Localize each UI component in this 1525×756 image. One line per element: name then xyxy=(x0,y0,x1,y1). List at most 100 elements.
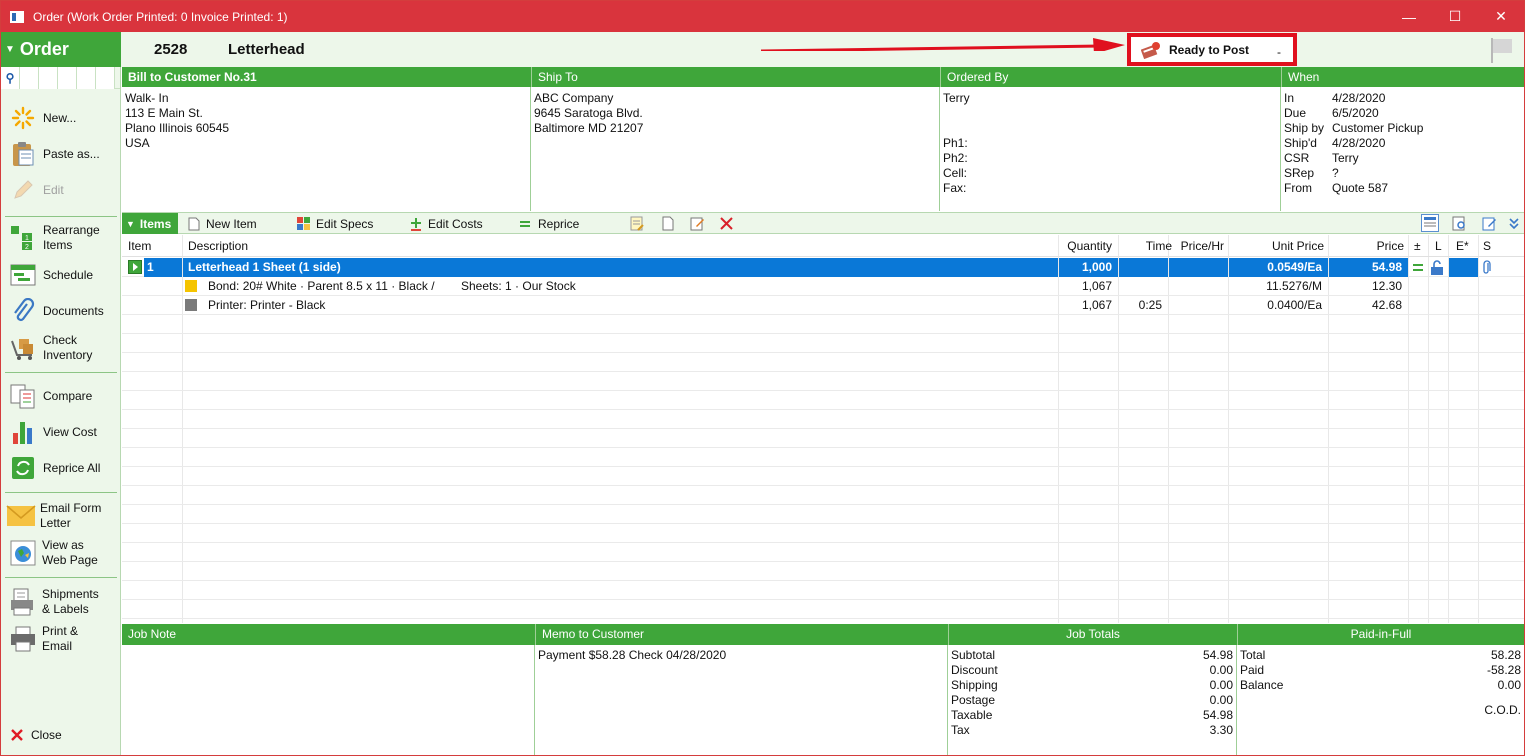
bill-to-line: USA xyxy=(125,136,150,150)
ship-to-panel[interactable]: ABC Company 9645 Saratoga Blvd. Baltimor… xyxy=(531,87,940,211)
printer-icon xyxy=(9,625,37,653)
edit-costs-button[interactable]: Edit Costs xyxy=(409,215,483,232)
paperclip-icon[interactable] xyxy=(1482,260,1492,275)
search-icon[interactable]: ⚲ xyxy=(1,67,20,89)
sidebar-view-cost-button[interactable]: View Cost xyxy=(1,418,119,446)
edit-document-icon[interactable] xyxy=(690,216,705,231)
sidebar-reprice-all-button[interactable]: Reprice All xyxy=(1,454,119,482)
fax-label: Fax: xyxy=(943,181,967,195)
delete-icon[interactable] xyxy=(719,216,734,231)
new-item-button[interactable]: New Item xyxy=(187,215,257,232)
edit-costs-label: Edit Costs xyxy=(428,216,483,231)
edit-pencil-icon[interactable] xyxy=(1482,216,1497,231)
flag-icon[interactable] xyxy=(1488,36,1514,64)
col-header-price[interactable]: Price xyxy=(1377,235,1404,257)
search-slot-5[interactable] xyxy=(96,67,115,89)
paid-panel[interactable]: Total 58.28 Paid -58.28 Balance 0.00 C.O.D. xyxy=(1237,645,1524,755)
clipboard-icon xyxy=(9,140,37,168)
col-header-description[interactable]: Description xyxy=(188,235,248,257)
preview-icon[interactable] xyxy=(1452,216,1467,231)
sidebar-shipments-button[interactable]: Shipments & Labels xyxy=(1,587,119,617)
sidebar-new-label: New... xyxy=(43,110,77,125)
search-slot-1[interactable] xyxy=(20,67,39,89)
paid-heading[interactable]: Paid-in-Full xyxy=(1237,624,1524,645)
sidebar-schedule-label: Schedule xyxy=(43,267,94,282)
sidebar-schedule-button[interactable]: Schedule xyxy=(1,261,119,289)
sidebar: ⚲ New... Paste as... Edit 1 2 Rearrange … xyxy=(1,67,121,755)
table-row[interactable]: Printer: Printer - Black 1,067 0:25 0.04… xyxy=(122,296,1524,315)
title-bar[interactable]: Order (Work Order Printed: 0 Invoice Pri… xyxy=(1,1,1524,32)
col-header-item[interactable]: Item xyxy=(128,235,151,257)
triangle-down-icon: ▼ xyxy=(126,218,135,229)
items-grid: Item Description Quantity Time Price/Hr … xyxy=(122,235,1524,623)
minimize-button[interactable]: — xyxy=(1386,1,1432,32)
search-slot-3[interactable] xyxy=(58,67,77,89)
memo-heading[interactable]: Memo to Customer xyxy=(535,624,948,645)
col-header-unit-price[interactable]: Unit Price xyxy=(1272,235,1324,257)
copy-document-icon[interactable] xyxy=(660,216,675,231)
cell-price: 42.68 xyxy=(1371,298,1402,312)
empty-row xyxy=(122,600,1524,619)
ordered-by-name: Terry xyxy=(943,91,970,105)
close-window-button[interactable]: ✕ xyxy=(1478,1,1524,32)
total-row-tax: Tax 3.30 xyxy=(948,723,1236,738)
sidebar-edit-button[interactable]: Edit xyxy=(1,176,119,204)
col-header-quantity[interactable]: Quantity xyxy=(1067,235,1112,257)
unlocked-padlock-icon[interactable] xyxy=(1430,260,1444,275)
col-header-plus-minus[interactable]: ± xyxy=(1414,235,1421,257)
col-header-estimate[interactable]: E* xyxy=(1456,235,1469,257)
equals-icon[interactable] xyxy=(1412,263,1424,273)
note-icon[interactable] xyxy=(629,216,644,231)
when-panel[interactable]: In 4/28/2020 Due 6/5/2020 Ship by Customer … xyxy=(1281,87,1524,211)
search-slot-4[interactable] xyxy=(77,67,96,89)
status-dropdown[interactable]: Ready to Post - xyxy=(1127,33,1297,66)
col-header-lock[interactable]: L xyxy=(1435,235,1442,257)
rearrange-icon: 12 xyxy=(9,224,37,252)
sidebar-rearrange-label: Rearrange Items xyxy=(43,223,100,252)
inventory-cart-icon xyxy=(9,334,37,362)
order-title[interactable]: Letterhead xyxy=(228,41,305,58)
ordered-by-panel[interactable]: Terry Ph1: Ph2: Cell: Fax: xyxy=(940,87,1281,211)
sidebar-check-inventory-button[interactable]: Check Inventory xyxy=(1,333,119,363)
items-menu-button[interactable]: ▼ Items xyxy=(122,213,178,234)
search-slot-2[interactable] xyxy=(39,67,58,89)
cell-description: Bond: 20# White · Parent 8.5 x 11 · Blac… xyxy=(208,279,435,293)
table-row[interactable]: 1 Letterhead 1 Sheet (1 side) 1,000 0.05… xyxy=(122,258,1524,277)
order-menu-button[interactable]: ▼ Order xyxy=(1,32,121,67)
sidebar-rearrange-button[interactable]: 12 Rearrange Items xyxy=(1,223,119,253)
bar-chart-icon xyxy=(9,418,37,446)
empty-row xyxy=(122,486,1524,505)
ordered-by-heading[interactable]: Ordered By xyxy=(940,67,1281,87)
sidebar-print-email-button[interactable]: Print & Email xyxy=(1,624,119,654)
sidebar-documents-button[interactable]: Documents xyxy=(1,297,119,325)
bill-to-panel[interactable]: Walk- In 113 E Main St. Plano Illinois 6… xyxy=(122,87,531,211)
sidebar-view-web-page-button[interactable]: View as Web Page xyxy=(1,538,119,568)
job-note-heading[interactable]: Job Note xyxy=(122,624,535,645)
sidebar-edit-label: Edit xyxy=(43,182,64,197)
col-header-price-hr[interactable]: Price/Hr xyxy=(1181,235,1224,257)
row-expand-icon[interactable] xyxy=(128,260,142,274)
col-header-s[interactable]: S xyxy=(1483,235,1491,257)
col-header-time[interactable]: Time xyxy=(1146,235,1172,257)
sidebar-compare-button[interactable]: Compare xyxy=(1,382,119,410)
maximize-button[interactable]: ☐ xyxy=(1432,1,1478,32)
order-window: Order (Work Order Printed: 0 Invoice Pri… xyxy=(0,0,1525,756)
press-color-swatch xyxy=(185,299,197,311)
items-label: Items xyxy=(139,216,172,231)
when-heading[interactable]: When xyxy=(1281,67,1524,87)
sidebar-new-button[interactable]: New... xyxy=(1,104,119,132)
edit-specs-button[interactable]: Edit Specs xyxy=(297,215,373,232)
bill-to-heading[interactable]: Bill to Customer No.31 xyxy=(122,67,531,87)
ship-to-heading[interactable]: Ship To xyxy=(531,67,940,87)
sidebar-paste-button[interactable]: Paste as... xyxy=(1,140,119,168)
memo-field[interactable]: Payment $58.28 Check 04/28/2020 xyxy=(535,645,948,755)
job-totals-panel[interactable]: Subtotal 54.98 Discount 0.00 Shipping 0.00 … xyxy=(948,645,1237,755)
job-totals-heading[interactable]: Job Totals xyxy=(948,624,1237,645)
double-chevron-down-icon[interactable] xyxy=(1508,216,1520,231)
table-row[interactable]: Bond: 20# White · Parent 8.5 x 11 · Blac… xyxy=(122,277,1524,296)
list-view-icon[interactable] xyxy=(1421,214,1439,232)
sidebar-close-button[interactable]: Close xyxy=(1,725,119,745)
sidebar-email-form-letter-button[interactable]: Email Form Letter xyxy=(1,501,119,531)
reprice-button[interactable]: Reprice xyxy=(519,215,579,232)
job-note-field[interactable] xyxy=(122,645,535,755)
